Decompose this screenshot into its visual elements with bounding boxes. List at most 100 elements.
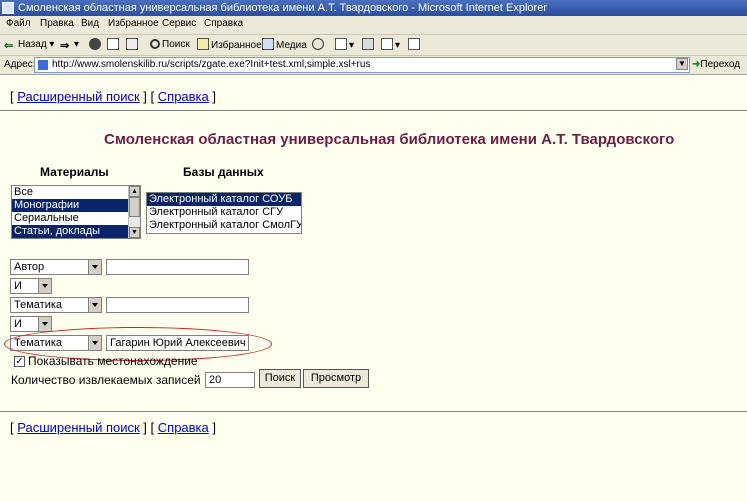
- bracket: ] [: [143, 420, 155, 435]
- stop-icon: [89, 38, 101, 50]
- select-value: Тематика: [14, 299, 63, 311]
- search-button[interactable]: Поиск: [150, 38, 190, 52]
- search-term-input-2[interactable]: [106, 297, 249, 313]
- stop-button[interactable]: [89, 38, 103, 52]
- internet-explorer-icon: [2, 2, 14, 14]
- go-label: Переход: [700, 59, 741, 70]
- list-item[interactable]: Сериальные: [12, 212, 140, 225]
- menu-edit[interactable]: Правка: [40, 18, 74, 29]
- advanced-search-link[interactable]: Расширенный поиск: [17, 420, 139, 435]
- records-count-label: Количество извлекаемых записей: [11, 373, 201, 387]
- mail-button[interactable]: ▾: [335, 38, 354, 52]
- divider: [0, 411, 747, 413]
- address-url: http://www.smolenskilib.ru/scripts/zgate…: [52, 59, 371, 70]
- menu-tools[interactable]: Сервис: [162, 18, 196, 29]
- media-button[interactable]: Медиа: [262, 38, 307, 52]
- home-icon: [126, 38, 138, 50]
- list-item[interactable]: Электронный каталог СмолГУ: [147, 219, 301, 232]
- favorites-button[interactable]: Избранное: [197, 38, 262, 52]
- select-value: Автор: [14, 261, 45, 273]
- favorites-icon: [197, 38, 209, 50]
- page-content: [ Расширенный поиск ] [ Справка ] Смолен…: [0, 75, 747, 502]
- print-button[interactable]: [362, 38, 376, 52]
- window-title-bar: Смоленская областная универсальная библи…: [0, 0, 747, 16]
- menu-file[interactable]: Файл: [6, 18, 31, 29]
- select-value: И: [14, 318, 22, 330]
- help-link[interactable]: Справка: [158, 420, 209, 435]
- databases-listbox[interactable]: Электронный каталог СОУБ Электронный кат…: [146, 192, 302, 234]
- chevron-down-icon: [38, 317, 51, 331]
- back-button[interactable]: ⇐ Назад ▾: [4, 38, 54, 52]
- window-title: Смоленская областная универсальная библи…: [18, 2, 547, 14]
- bottom-nav-links: [ Расширенный поиск ] [ Справка ]: [10, 420, 216, 435]
- menu-view[interactable]: Вид: [81, 18, 99, 29]
- home-button[interactable]: [126, 38, 140, 52]
- edit-icon: [381, 38, 393, 50]
- search-icon: [150, 39, 160, 49]
- address-input[interactable]: http://www.smolenskilib.ru/scripts/zgate…: [34, 57, 690, 73]
- top-nav-links: [ Расширенный поиск ] [ Справка ]: [10, 89, 216, 104]
- bracket: ] [: [143, 89, 155, 104]
- operator-select-1[interactable]: И: [10, 278, 52, 294]
- refresh-icon: [107, 38, 119, 50]
- media-icon: [262, 38, 274, 50]
- materials-scrollbar[interactable]: ▲ ▼: [128, 186, 140, 238]
- forward-button[interactable]: ⇒ ▾: [60, 38, 79, 52]
- chevron-down-icon: [88, 260, 101, 274]
- show-location-label: Показывать местонахождение: [28, 354, 198, 368]
- search-label: Поиск: [162, 39, 190, 50]
- field-select-1[interactable]: Автор: [10, 259, 102, 275]
- history-button[interactable]: [312, 38, 326, 52]
- field-select-2[interactable]: Тематика: [10, 297, 102, 313]
- favorites-label: Избранное: [211, 40, 262, 51]
- bracket: ]: [212, 89, 217, 104]
- preview-button[interactable]: Просмотр: [303, 369, 369, 388]
- divider: [0, 110, 747, 112]
- scroll-up-icon[interactable]: ▲: [129, 186, 140, 197]
- list-item[interactable]: Статьи, доклады: [12, 225, 140, 238]
- back-arrow-icon: ⇐: [4, 40, 14, 52]
- show-location-checkbox[interactable]: ✓: [14, 356, 25, 367]
- list-item[interactable]: Все: [12, 186, 140, 199]
- menu-help[interactable]: Справка: [204, 18, 243, 29]
- forward-arrow-icon: ⇒: [60, 40, 70, 52]
- mail-icon: [335, 38, 347, 50]
- list-item[interactable]: Электронный каталог СГУ: [147, 206, 301, 219]
- databases-label: Базы данных: [183, 165, 264, 179]
- chevron-down-icon: [38, 279, 51, 293]
- scroll-down-icon[interactable]: ▼: [129, 227, 140, 238]
- media-label: Медиа: [276, 40, 307, 51]
- chevron-down-icon: [88, 298, 101, 312]
- edit-button[interactable]: ▾: [381, 38, 400, 52]
- go-button[interactable]: ➜Переход: [692, 59, 740, 70]
- records-count-input[interactable]: 20: [205, 372, 255, 388]
- menu-bar: Файл Правка Вид Избранное Сервис Справка: [0, 16, 747, 35]
- help-link[interactable]: Справка: [158, 89, 209, 104]
- page-icon: [38, 60, 48, 70]
- address-bar: Адрес: http://www.smolenskilib.ru/script…: [0, 56, 747, 75]
- bracket: ]: [212, 420, 217, 435]
- operator-select-2[interactable]: И: [10, 316, 52, 332]
- bracket: [: [10, 420, 14, 435]
- select-value: И: [14, 280, 22, 292]
- refresh-button[interactable]: [107, 38, 121, 52]
- search-term-input-1[interactable]: [106, 259, 249, 275]
- history-icon: [312, 38, 324, 50]
- list-item[interactable]: Монографии: [12, 199, 140, 212]
- browser-toolbar: ⇐ Назад ▾ ⇒ ▾ Поиск Избранное Медиа ▾ ▾: [0, 35, 747, 56]
- back-label: Назад: [18, 39, 47, 50]
- materials-label: Материалы: [40, 165, 109, 179]
- scroll-thumb[interactable]: [129, 197, 140, 217]
- bracket: [: [10, 89, 14, 104]
- menu-favorites[interactable]: Избранное: [108, 18, 159, 29]
- advanced-search-link[interactable]: Расширенный поиск: [17, 89, 139, 104]
- search-submit-button[interactable]: Поиск: [259, 369, 301, 388]
- page-title: Смоленская областная универсальная библи…: [104, 131, 675, 148]
- list-item[interactable]: Электронный каталог СОУБ: [147, 193, 301, 206]
- materials-listbox[interactable]: Все Монографии Сериальные Статьи, доклад…: [11, 185, 141, 239]
- document-icon: [408, 38, 420, 50]
- address-dropdown-icon[interactable]: ▼: [676, 58, 688, 70]
- address-label: Адрес:: [4, 59, 36, 70]
- print-icon: [362, 38, 374, 50]
- discuss-button[interactable]: [408, 38, 422, 52]
